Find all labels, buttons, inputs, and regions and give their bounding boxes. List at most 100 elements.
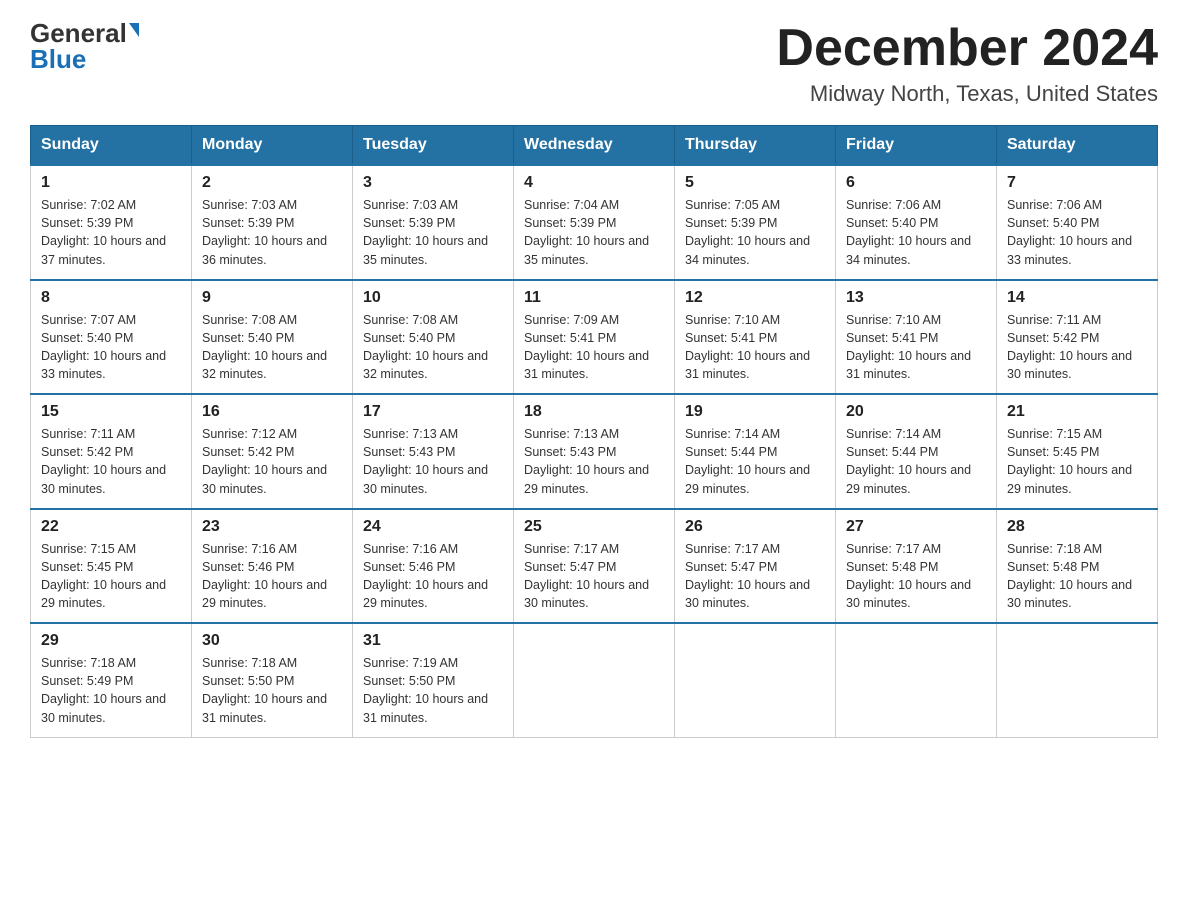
day-info: Sunrise: 7:14 AMSunset: 5:44 PMDaylight:… [685,425,825,498]
day-cell: 24 Sunrise: 7:16 AMSunset: 5:46 PMDaylig… [353,509,514,624]
day-info: Sunrise: 7:13 AMSunset: 5:43 PMDaylight:… [363,425,503,498]
week-row-5: 29 Sunrise: 7:18 AMSunset: 5:49 PMDaylig… [31,623,1158,737]
day-number: 9 [202,289,342,307]
header-thursday: Thursday [675,126,836,166]
day-cell: 21 Sunrise: 7:15 AMSunset: 5:45 PMDaylig… [997,394,1158,509]
day-info: Sunrise: 7:11 AMSunset: 5:42 PMDaylight:… [41,425,181,498]
day-info: Sunrise: 7:08 AMSunset: 5:40 PMDaylight:… [202,311,342,384]
day-info: Sunrise: 7:18 AMSunset: 5:49 PMDaylight:… [41,654,181,727]
day-cell: 3 Sunrise: 7:03 AMSunset: 5:39 PMDayligh… [353,165,514,280]
day-number: 4 [524,174,664,192]
day-number: 22 [41,518,181,536]
day-number: 27 [846,518,986,536]
calendar-table: SundayMondayTuesdayWednesdayThursdayFrid… [30,125,1158,738]
day-info: Sunrise: 7:17 AMSunset: 5:47 PMDaylight:… [685,540,825,613]
header-saturday: Saturday [997,126,1158,166]
day-info: Sunrise: 7:19 AMSunset: 5:50 PMDaylight:… [363,654,503,727]
day-cell: 16 Sunrise: 7:12 AMSunset: 5:42 PMDaylig… [192,394,353,509]
day-number: 19 [685,403,825,421]
day-info: Sunrise: 7:10 AMSunset: 5:41 PMDaylight:… [846,311,986,384]
week-row-2: 8 Sunrise: 7:07 AMSunset: 5:40 PMDayligh… [31,280,1158,395]
day-number: 26 [685,518,825,536]
day-number: 6 [846,174,986,192]
day-number: 2 [202,174,342,192]
day-number: 8 [41,289,181,307]
day-cell [997,623,1158,737]
day-cell: 8 Sunrise: 7:07 AMSunset: 5:40 PMDayligh… [31,280,192,395]
day-cell: 14 Sunrise: 7:11 AMSunset: 5:42 PMDaylig… [997,280,1158,395]
day-cell: 20 Sunrise: 7:14 AMSunset: 5:44 PMDaylig… [836,394,997,509]
day-info: Sunrise: 7:16 AMSunset: 5:46 PMDaylight:… [363,540,503,613]
day-cell: 30 Sunrise: 7:18 AMSunset: 5:50 PMDaylig… [192,623,353,737]
day-cell: 13 Sunrise: 7:10 AMSunset: 5:41 PMDaylig… [836,280,997,395]
day-info: Sunrise: 7:15 AMSunset: 5:45 PMDaylight:… [41,540,181,613]
day-info: Sunrise: 7:12 AMSunset: 5:42 PMDaylight:… [202,425,342,498]
day-cell: 17 Sunrise: 7:13 AMSunset: 5:43 PMDaylig… [353,394,514,509]
day-cell: 27 Sunrise: 7:17 AMSunset: 5:48 PMDaylig… [836,509,997,624]
day-number: 5 [685,174,825,192]
day-number: 24 [363,518,503,536]
day-info: Sunrise: 7:11 AMSunset: 5:42 PMDaylight:… [1007,311,1147,384]
day-info: Sunrise: 7:17 AMSunset: 5:47 PMDaylight:… [524,540,664,613]
day-cell: 10 Sunrise: 7:08 AMSunset: 5:40 PMDaylig… [353,280,514,395]
day-info: Sunrise: 7:09 AMSunset: 5:41 PMDaylight:… [524,311,664,384]
day-number: 10 [363,289,503,307]
day-cell [514,623,675,737]
day-cell: 9 Sunrise: 7:08 AMSunset: 5:40 PMDayligh… [192,280,353,395]
day-info: Sunrise: 7:18 AMSunset: 5:50 PMDaylight:… [202,654,342,727]
day-cell: 28 Sunrise: 7:18 AMSunset: 5:48 PMDaylig… [997,509,1158,624]
header-friday: Friday [836,126,997,166]
day-cell: 5 Sunrise: 7:05 AMSunset: 5:39 PMDayligh… [675,165,836,280]
logo: General Blue [30,20,139,72]
day-number: 14 [1007,289,1147,307]
day-number: 12 [685,289,825,307]
day-info: Sunrise: 7:18 AMSunset: 5:48 PMDaylight:… [1007,540,1147,613]
day-number: 29 [41,632,181,650]
day-number: 1 [41,174,181,192]
day-cell: 22 Sunrise: 7:15 AMSunset: 5:45 PMDaylig… [31,509,192,624]
page-header: General Blue December 2024 Midway North,… [30,20,1158,107]
day-cell: 26 Sunrise: 7:17 AMSunset: 5:47 PMDaylig… [675,509,836,624]
day-info: Sunrise: 7:17 AMSunset: 5:48 PMDaylight:… [846,540,986,613]
calendar-title: December 2024 [776,20,1158,77]
day-number: 7 [1007,174,1147,192]
week-row-3: 15 Sunrise: 7:11 AMSunset: 5:42 PMDaylig… [31,394,1158,509]
day-number: 16 [202,403,342,421]
day-number: 30 [202,632,342,650]
day-info: Sunrise: 7:02 AMSunset: 5:39 PMDaylight:… [41,196,181,269]
day-info: Sunrise: 7:13 AMSunset: 5:43 PMDaylight:… [524,425,664,498]
day-number: 20 [846,403,986,421]
day-number: 31 [363,632,503,650]
header-monday: Monday [192,126,353,166]
day-cell: 31 Sunrise: 7:19 AMSunset: 5:50 PMDaylig… [353,623,514,737]
day-number: 11 [524,289,664,307]
day-info: Sunrise: 7:16 AMSunset: 5:46 PMDaylight:… [202,540,342,613]
day-number: 18 [524,403,664,421]
logo-general: General [30,20,127,46]
header-sunday: Sunday [31,126,192,166]
day-info: Sunrise: 7:03 AMSunset: 5:39 PMDaylight:… [202,196,342,269]
calendar-subtitle: Midway North, Texas, United States [776,81,1158,107]
day-cell [675,623,836,737]
day-number: 28 [1007,518,1147,536]
day-info: Sunrise: 7:15 AMSunset: 5:45 PMDaylight:… [1007,425,1147,498]
logo-triangle-icon [129,23,139,37]
week-row-1: 1 Sunrise: 7:02 AMSunset: 5:39 PMDayligh… [31,165,1158,280]
day-cell: 7 Sunrise: 7:06 AMSunset: 5:40 PMDayligh… [997,165,1158,280]
day-cell: 19 Sunrise: 7:14 AMSunset: 5:44 PMDaylig… [675,394,836,509]
day-cell: 6 Sunrise: 7:06 AMSunset: 5:40 PMDayligh… [836,165,997,280]
day-number: 3 [363,174,503,192]
day-cell: 18 Sunrise: 7:13 AMSunset: 5:43 PMDaylig… [514,394,675,509]
day-number: 25 [524,518,664,536]
day-info: Sunrise: 7:14 AMSunset: 5:44 PMDaylight:… [846,425,986,498]
day-info: Sunrise: 7:06 AMSunset: 5:40 PMDaylight:… [846,196,986,269]
day-cell: 25 Sunrise: 7:17 AMSunset: 5:47 PMDaylig… [514,509,675,624]
day-number: 15 [41,403,181,421]
logo-blue: Blue [30,46,86,72]
header-tuesday: Tuesday [353,126,514,166]
day-number: 17 [363,403,503,421]
day-cell: 4 Sunrise: 7:04 AMSunset: 5:39 PMDayligh… [514,165,675,280]
day-cell [836,623,997,737]
day-info: Sunrise: 7:03 AMSunset: 5:39 PMDaylight:… [363,196,503,269]
day-cell: 29 Sunrise: 7:18 AMSunset: 5:49 PMDaylig… [31,623,192,737]
